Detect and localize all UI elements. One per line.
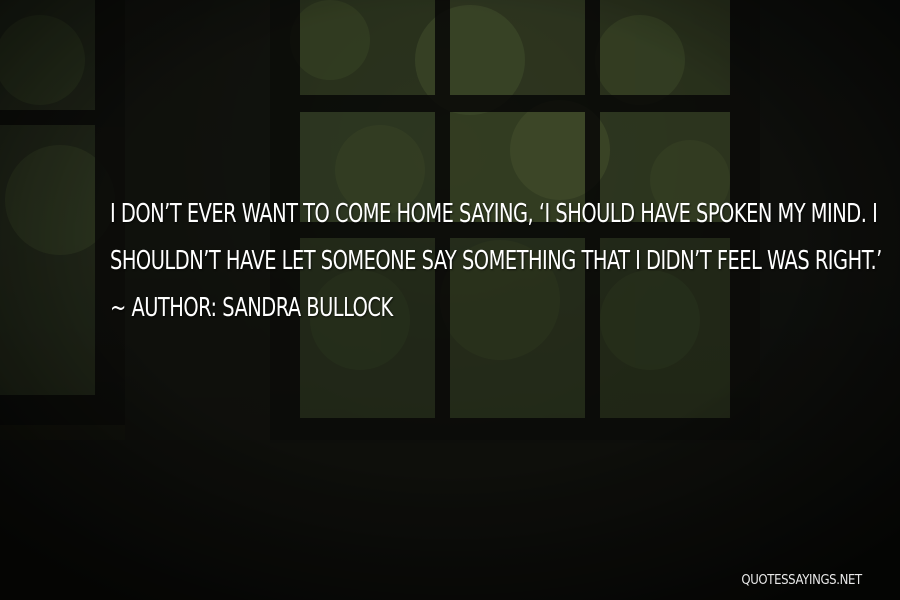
- quote-author: ~ AUTHOR: SANDRA BULLOCK: [110, 293, 393, 323]
- quote-line-1: I DON’T EVER WANT TO COME HOME SAYING, ‘…: [110, 199, 878, 229]
- watermark-text: QUOTESSAYINGS.NET: [741, 573, 863, 588]
- quote-text: I DON’T EVER WANT TO COME HOME SAYING, ‘…: [110, 191, 882, 332]
- quote-image: I DON’T EVER WANT TO COME HOME SAYING, ‘…: [0, 0, 900, 600]
- quote-line-2: SHOULDN’T HAVE LET SOMEONE SAY SOMETHING…: [110, 246, 882, 276]
